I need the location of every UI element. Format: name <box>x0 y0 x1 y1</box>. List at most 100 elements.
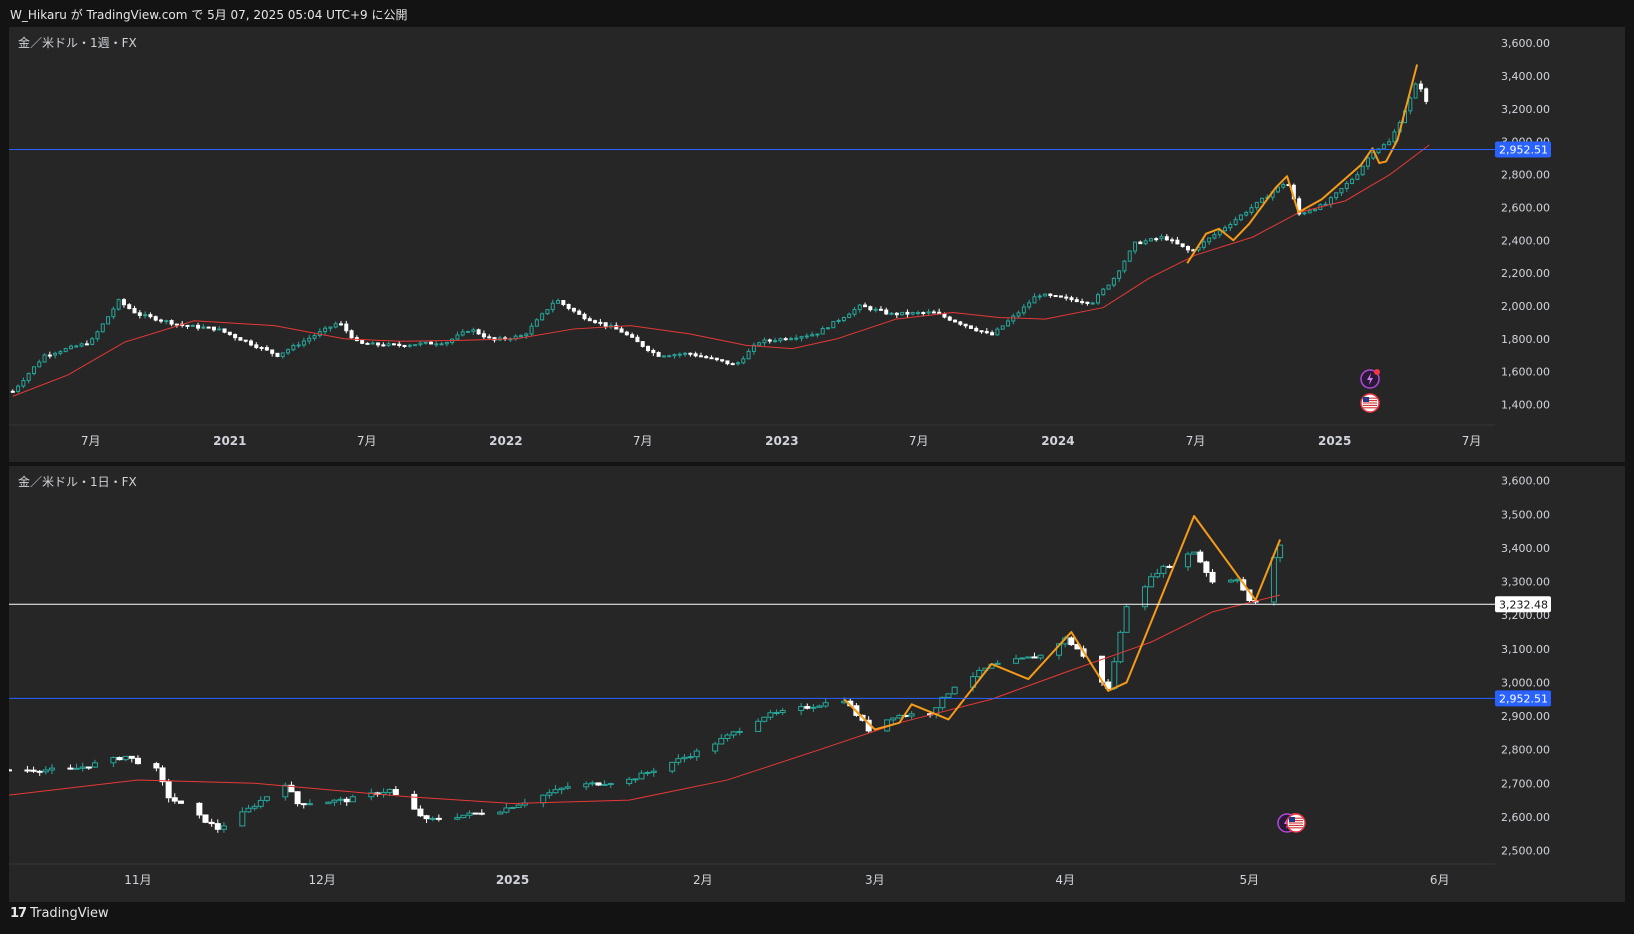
candle-body <box>1413 83 1418 99</box>
candle-body <box>603 322 608 327</box>
candle-body <box>1228 223 1233 229</box>
candle-body <box>36 770 43 773</box>
candle-body <box>343 798 350 803</box>
candle-body <box>783 338 788 341</box>
candle-body <box>220 825 227 830</box>
candle-body <box>360 340 365 344</box>
x-tick-label: 5月 <box>1240 873 1260 887</box>
candle-body <box>487 336 492 339</box>
lightning-icon[interactable] <box>1360 369 1380 389</box>
candle-body <box>270 349 275 354</box>
candle-body <box>683 352 688 355</box>
candle-body <box>868 306 873 311</box>
candle-body <box>736 730 743 733</box>
candle-body <box>31 366 36 375</box>
y-tick-label: 3,400.00 <box>1501 542 1550 555</box>
candle-body <box>454 817 461 820</box>
candle-body <box>296 344 301 347</box>
candle-body <box>822 702 829 707</box>
candle-body <box>370 342 375 345</box>
candle-body <box>1143 240 1148 245</box>
candle-body <box>963 323 968 327</box>
candle-body <box>926 311 931 314</box>
daily-chart-pane[interactable]: 2,500.00 2,600.00 2,700.00 2,800.00 2,900.00… <box>9 466 1625 902</box>
candle-body <box>245 807 252 813</box>
candle-body <box>201 326 206 329</box>
x-tick-label: 2025 <box>1318 434 1351 448</box>
candle-body <box>397 343 402 346</box>
candle-body <box>177 800 184 804</box>
candle-body <box>1053 295 1058 298</box>
candle-body <box>741 358 746 364</box>
daily-chart-title: 金／米ドル・1日・FX <box>18 475 137 489</box>
candle-body <box>626 778 633 785</box>
candle-body <box>67 767 74 770</box>
candle-body <box>333 323 338 328</box>
y-tick-label: 3,100.00 <box>1501 643 1550 656</box>
candle-body <box>233 334 238 339</box>
y-tick-label: 2,800.00 <box>1501 744 1550 757</box>
candle-body <box>307 337 312 342</box>
candle-body <box>979 330 984 333</box>
candle-body <box>171 797 178 802</box>
candle-body <box>836 319 841 323</box>
candle-body <box>1339 187 1344 194</box>
x-tick-label: 7月 <box>909 434 929 448</box>
candle-body <box>413 344 418 347</box>
candle-body <box>890 717 897 721</box>
candle-body <box>37 361 42 368</box>
candle-body <box>376 342 381 346</box>
weekly-chart[interactable]: 1,400.00 1,600.00 1,800.00 2,000.00 2,200.00… <box>9 27 1625 462</box>
y-tick-label: 2,200.00 <box>1501 267 1550 280</box>
candle-body <box>1355 174 1360 180</box>
candle-body <box>239 811 246 827</box>
candle-body <box>1013 658 1020 664</box>
candle-body <box>1281 184 1286 188</box>
footer-brand[interactable]: 17 TradingView <box>10 906 109 921</box>
candle-body <box>947 316 952 321</box>
candle-body <box>466 330 471 333</box>
candle-body <box>217 328 222 331</box>
candle-body <box>1223 227 1228 232</box>
candle-body <box>1307 210 1312 214</box>
candle-body <box>243 339 248 342</box>
candle-body <box>1270 557 1277 603</box>
support-label: 2,952.51 <box>1499 144 1548 157</box>
us-flag-icon[interactable] <box>1286 813 1306 833</box>
candle-body <box>1233 219 1238 225</box>
candle-body <box>202 814 209 823</box>
candle-body <box>1203 561 1210 573</box>
candle-body <box>1037 654 1044 659</box>
candle-body <box>704 356 709 359</box>
weekly-chart-pane[interactable]: 1,400.00 1,600.00 1,800.00 2,000.00 2,200.00… <box>9 27 1625 462</box>
y-tick-label: 3,300.00 <box>1501 576 1550 589</box>
candle-body <box>47 354 52 357</box>
candle-body <box>1069 297 1074 301</box>
us-flag-icon[interactable] <box>1360 393 1380 413</box>
candle-body <box>90 338 95 345</box>
candle-body <box>810 706 817 709</box>
candle-body <box>301 340 306 346</box>
candle-body <box>1117 270 1122 279</box>
candle-body <box>595 782 602 786</box>
candle-body <box>624 331 629 336</box>
candle-body <box>134 757 141 765</box>
candle-body <box>1360 165 1365 176</box>
y-tick-label: 2,400.00 <box>1501 234 1550 247</box>
candle-body <box>63 348 68 353</box>
candle-body <box>1197 551 1204 563</box>
header-ga: が <box>70 8 83 22</box>
candle-body <box>300 803 307 806</box>
candle-body <box>471 329 476 332</box>
candle-body <box>423 341 428 344</box>
daily-chart[interactable]: 2,500.00 2,600.00 2,700.00 2,800.00 2,900.00… <box>9 466 1625 902</box>
candle-body <box>100 323 105 333</box>
candle-body <box>730 363 735 366</box>
price-label: 3,232.48 <box>1499 598 1548 611</box>
candle-body <box>761 716 768 722</box>
candle-body <box>1048 293 1053 297</box>
candle-body <box>365 342 370 345</box>
site-name[interactable]: TradingView.com <box>87 8 188 22</box>
candle-body <box>524 333 529 337</box>
author-name[interactable]: W_Hikaru <box>10 8 67 22</box>
